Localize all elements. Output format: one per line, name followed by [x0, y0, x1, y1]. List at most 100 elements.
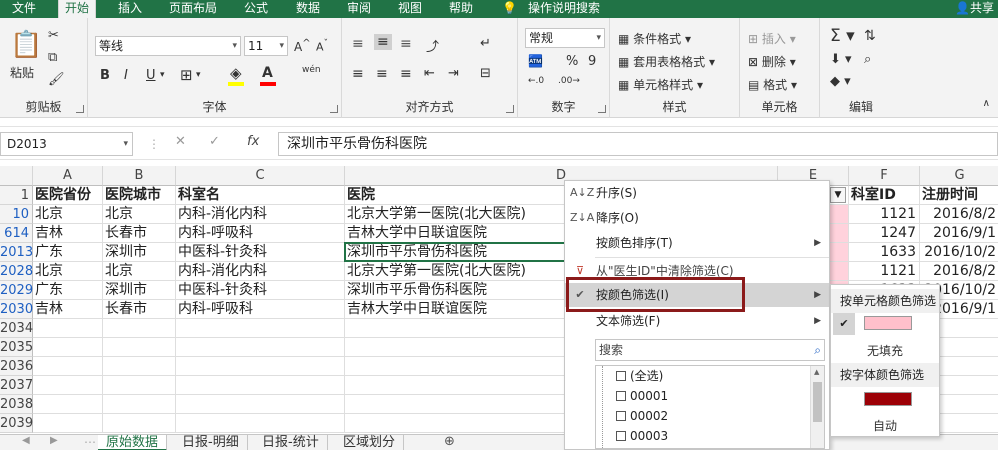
- format-cells-button[interactable]: ▤ 格式 ▾: [748, 76, 797, 93]
- name-box[interactable]: D2013 ▾: [0, 132, 133, 156]
- table-cell[interactable]: 2016/10/2: [920, 243, 998, 262]
- decrease-decimal-icon[interactable]: .00→: [558, 76, 580, 86]
- table-cell[interactable]: 北京: [103, 205, 176, 224]
- font-launcher-icon[interactable]: [330, 105, 338, 113]
- header-cell[interactable]: 注册时间: [920, 186, 998, 205]
- table-cell[interactable]: 吉林: [33, 224, 103, 243]
- list-item[interactable]: 00002: [616, 406, 668, 426]
- fill-color-icon[interactable]: ◈: [230, 64, 242, 82]
- empty-cell[interactable]: [103, 376, 176, 395]
- phonetic-button[interactable]: wén: [302, 65, 321, 75]
- row-header[interactable]: 2037: [0, 376, 33, 395]
- cell-color-swatch[interactable]: [864, 316, 912, 330]
- conditional-format-button[interactable]: ▦ 条件格式 ▾: [618, 30, 691, 47]
- align-bottom-icon[interactable]: ≡: [400, 36, 412, 52]
- sort-descending-item[interactable]: Z↓A 降序(O): [565, 206, 829, 230]
- formula-input[interactable]: 深圳市平乐骨伤科医院: [278, 132, 998, 156]
- row-header[interactable]: 2030: [0, 300, 33, 319]
- empty-cell[interactable]: [33, 376, 103, 395]
- row-header[interactable]: 2013: [0, 243, 33, 262]
- empty-cell[interactable]: [33, 319, 103, 338]
- bold-button[interactable]: B: [100, 68, 110, 83]
- empty-cell[interactable]: [33, 414, 103, 433]
- tab-formulas[interactable]: 公式: [238, 0, 274, 18]
- table-cell[interactable]: 广东: [33, 281, 103, 300]
- table-cell[interactable]: 2016/9/1: [920, 224, 998, 243]
- empty-cell[interactable]: [103, 319, 176, 338]
- column-header-col-a[interactable]: A: [33, 166, 103, 186]
- table-cell[interactable]: 长春市: [103, 224, 176, 243]
- insert-cells-button[interactable]: ⊞ 插入 ▾: [748, 30, 796, 47]
- empty-cell[interactable]: [176, 414, 345, 433]
- copy-icon[interactable]: ⧉: [48, 50, 57, 65]
- empty-cell[interactable]: [33, 357, 103, 376]
- empty-cell[interactable]: [103, 357, 176, 376]
- shrink-font-icon[interactable]: Aˇ: [316, 38, 328, 54]
- checkbox[interactable]: [616, 431, 626, 441]
- tab-review[interactable]: 审阅: [341, 0, 377, 18]
- table-cell[interactable]: 1247: [849, 224, 920, 243]
- empty-cell[interactable]: [176, 338, 345, 357]
- table-cell[interactable]: 内科-消化内科: [176, 262, 345, 281]
- empty-cell[interactable]: [176, 376, 345, 395]
- text-filter-item[interactable]: 文本筛选(F) ▶: [565, 309, 829, 333]
- tab-insert[interactable]: 插入: [112, 0, 148, 18]
- empty-cell[interactable]: [103, 395, 176, 414]
- insert-function-icon[interactable]: fx: [247, 134, 259, 149]
- autosum-icon[interactable]: Σ ▾: [830, 26, 855, 46]
- table-cell[interactable]: 中医科-针灸科: [176, 281, 345, 300]
- row-header[interactable]: 2038: [0, 395, 33, 414]
- name-box-dropdown-icon[interactable]: ▾: [123, 133, 128, 155]
- number-launcher-icon[interactable]: [598, 105, 606, 113]
- borders-icon[interactable]: ⊞: [180, 66, 193, 84]
- collapse-ribbon-icon[interactable]: ∧: [983, 98, 990, 109]
- tab-file[interactable]: 文件: [6, 0, 42, 18]
- prev-sheet-icon[interactable]: ◀: [22, 435, 30, 446]
- italic-button[interactable]: I: [124, 68, 128, 83]
- tab-data[interactable]: 数据: [290, 0, 326, 18]
- list-item[interactable]: 00003: [616, 426, 668, 446]
- decrease-indent-icon[interactable]: ⇤: [424, 66, 435, 81]
- increase-indent-icon[interactable]: ⇥: [448, 66, 459, 81]
- empty-cell[interactable]: [103, 414, 176, 433]
- table-cell[interactable]: 吉林: [33, 300, 103, 319]
- underline-dropdown-icon[interactable]: ▾: [160, 70, 165, 80]
- find-select-icon[interactable]: ⌕: [864, 52, 871, 67]
- table-cell[interactable]: 内科-呼吸科: [176, 300, 345, 319]
- tab-help[interactable]: 帮助: [443, 0, 479, 18]
- row-header[interactable]: 1: [0, 186, 33, 205]
- number-format-select[interactable]: 常规 ▾: [525, 28, 605, 48]
- table-cell[interactable]: 内科-呼吸科: [176, 224, 345, 243]
- checkbox[interactable]: [616, 391, 626, 401]
- cut-icon[interactable]: ✂: [48, 28, 59, 43]
- sheet-tab-raw-data[interactable]: 原始数据: [98, 435, 168, 450]
- sheet-tab-daily-detail[interactable]: 日报-明细: [174, 435, 248, 450]
- share-button[interactable]: 👤共享: [955, 0, 994, 17]
- row-header[interactable]: 614: [0, 224, 33, 243]
- font-color-icon[interactable]: A: [262, 65, 273, 81]
- borders-dropdown-icon[interactable]: ▾: [196, 70, 201, 80]
- wrap-text-icon[interactable]: ↵: [480, 36, 491, 51]
- table-cell[interactable]: 北京: [33, 262, 103, 281]
- font-color-swatch[interactable]: [864, 392, 912, 406]
- header-cell[interactable]: 科室名: [176, 186, 345, 205]
- no-fill-option[interactable]: 无填充: [831, 342, 939, 359]
- tell-me-search[interactable]: 操作说明搜索: [522, 0, 606, 18]
- table-cell[interactable]: 长春市: [103, 300, 176, 319]
- table-cell[interactable]: 1121: [849, 262, 920, 281]
- column-header-col-c[interactable]: C: [176, 166, 345, 186]
- filter-active-icon[interactable]: ▼: [830, 187, 846, 203]
- table-cell[interactable]: 广东: [33, 243, 103, 262]
- sheet-tab-daily-stats[interactable]: 日报-统计: [254, 435, 328, 450]
- fill-icon[interactable]: ⬇ ▾: [830, 52, 852, 67]
- table-cell[interactable]: 2016/8/2: [920, 205, 998, 224]
- row-header[interactable]: 2039: [0, 414, 33, 433]
- list-item-select-all[interactable]: (全选): [616, 366, 663, 386]
- scroll-up-icon[interactable]: ▲: [814, 368, 819, 376]
- tab-view[interactable]: 视图: [392, 0, 428, 18]
- table-cell[interactable]: 深圳市: [103, 243, 176, 262]
- table-cell[interactable]: 1121: [849, 205, 920, 224]
- empty-cell[interactable]: [176, 357, 345, 376]
- tab-page-layout[interactable]: 页面布局: [163, 0, 223, 18]
- row-header[interactable]: 2029: [0, 281, 33, 300]
